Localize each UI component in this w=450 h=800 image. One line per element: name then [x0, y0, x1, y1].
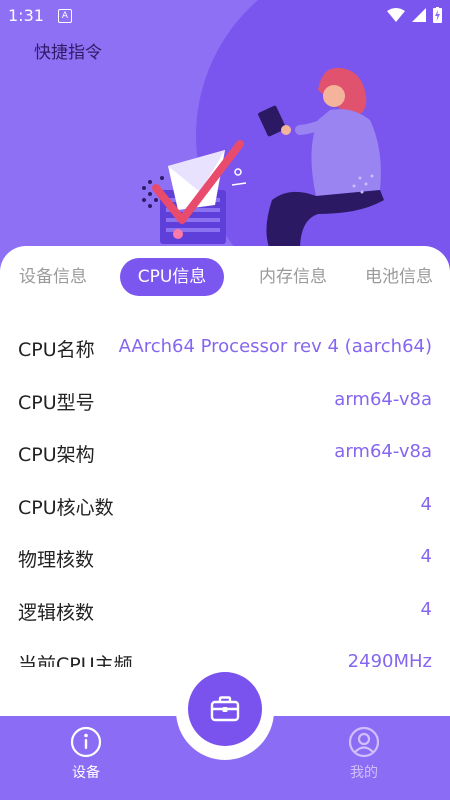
tab-bar: 设备信息 CPU信息 内存信息 电池信息 — [0, 258, 450, 298]
tab-device-info[interactable]: 设备信息 — [10, 258, 96, 296]
status-time: 1:31 — [8, 6, 44, 25]
cpu-frequency-label: 当前CPU主频 — [18, 654, 133, 667]
notification-a-icon: A — [58, 9, 72, 23]
cpu-cores-value: 4 — [420, 493, 432, 515]
user-icon — [348, 726, 380, 758]
wifi-icon — [387, 8, 405, 22]
cpu-arch-label: CPU架构 — [18, 444, 95, 466]
tab-cpu-info[interactable]: CPU信息 — [120, 258, 224, 296]
list-item: 当前CPU主频 2490MHz — [0, 637, 450, 667]
cpu-name-label: CPU名称 — [18, 339, 95, 361]
page-title: 快捷指令 — [34, 43, 102, 63]
list-item: CPU核心数 4 — [0, 480, 450, 533]
tab-battery-info[interactable]: 电池信息 — [356, 258, 442, 296]
logical-cores-value: 4 — [420, 598, 432, 620]
cpu-name-value: AArch64 Processor rev 4 (aarch64) — [118, 336, 432, 357]
nav-device-label: 设备 — [72, 765, 100, 781]
cpu-frequency-value: 2490MHz — [347, 651, 432, 667]
nav-mine-label: 我的 — [350, 765, 378, 781]
list-item: 逻辑核数 4 — [0, 585, 450, 638]
cpu-model-value: arm64-v8a — [334, 388, 432, 410]
nav-device[interactable]: 设备 — [46, 726, 126, 782]
list-item: CPU名称 AArch64 Processor rev 4 (aarch64) — [0, 322, 450, 375]
physical-cores-value: 4 — [420, 546, 432, 567]
briefcase-icon — [210, 696, 240, 722]
nav-mine[interactable]: 我的 — [324, 726, 404, 782]
shortcut-fab-button[interactable] — [188, 672, 262, 746]
cpu-model-label: CPU型号 — [18, 391, 95, 414]
physical-cores-label: 物理核数 — [18, 549, 95, 571]
list-item: CPU型号 arm64-v8a — [0, 375, 450, 428]
info-icon — [70, 726, 102, 758]
header-banner: 1:31 A 快捷指令 — [0, 0, 450, 270]
battery-charging-icon — [433, 7, 442, 23]
signal-icon — [412, 8, 426, 22]
cpu-arch-value: arm64-v8a — [334, 441, 432, 462]
system-icons — [387, 7, 442, 23]
list-item: 物理核数 4 — [0, 532, 450, 585]
status-bar: 1:31 A — [0, 0, 450, 32]
list-item: CPU架构 arm64-v8a — [0, 427, 450, 480]
cpu-cores-label: CPU核心数 — [18, 496, 114, 519]
logical-cores-label: 逻辑核数 — [18, 601, 95, 624]
tab-memory-info[interactable]: 内存信息 — [250, 258, 336, 296]
cpu-info-list: CPU名称 AArch64 Processor rev 4 (aarch64) … — [0, 322, 450, 667]
